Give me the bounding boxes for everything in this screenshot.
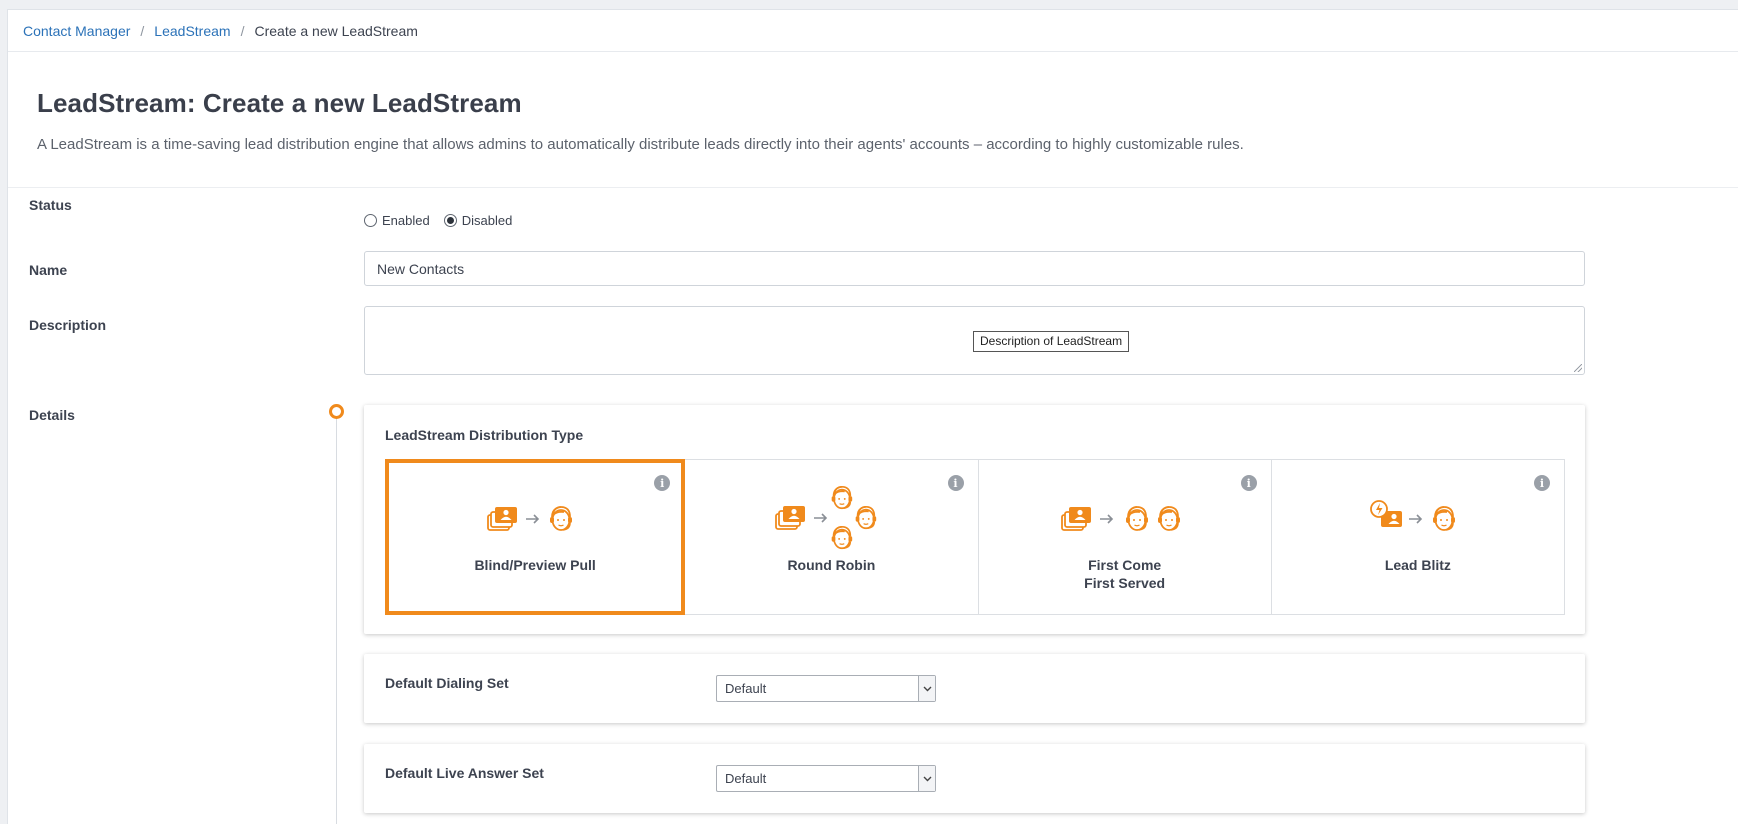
page-title: LeadStream: Create a new LeadStream xyxy=(37,88,522,118)
dialing-set-select[interactable]: Default xyxy=(716,675,936,702)
live-answer-set-select[interactable]: Default xyxy=(716,765,936,792)
breadcrumb-separator: / xyxy=(140,22,145,39)
type-blind-preview-pull[interactable]: i Blind/Preview Pull xyxy=(385,459,686,615)
info-icon[interactable]: i xyxy=(947,475,964,491)
type-label: Lead Blitz xyxy=(1384,557,1451,573)
radio-circle-checked[interactable] xyxy=(443,214,457,227)
type-round-robin[interactable]: i Round Robin xyxy=(685,460,979,614)
radio-label: Disabled xyxy=(461,213,513,228)
live-answer-set-label: Default Live Answer Set xyxy=(385,765,544,781)
type-label: Round Robin xyxy=(787,557,876,573)
contacts-to-agent-icon xyxy=(487,484,583,554)
info-icon[interactable]: i xyxy=(1534,475,1550,491)
chevron-down-icon[interactable] xyxy=(918,676,935,701)
timeline-line xyxy=(336,415,337,824)
breadcrumb: Contact Manager / LeadStream / Create a … xyxy=(8,10,1738,52)
status-enabled-radio[interactable]: Enabled xyxy=(364,213,430,228)
status-label: Status xyxy=(29,197,72,213)
distribution-type-card: LeadStream Distribution Type i Blind/Pre… xyxy=(364,405,1585,634)
breadcrumb-current: Create a new LeadStream xyxy=(254,22,418,39)
info-icon[interactable]: i xyxy=(654,475,671,491)
radio-label: Enabled xyxy=(382,213,430,228)
round-robin-icon xyxy=(775,484,887,554)
page-description: A LeadStream is a time-saving lead distr… xyxy=(37,136,1244,153)
breadcrumb-contact-manager[interactable]: Contact Manager xyxy=(23,23,130,39)
type-label: Blind/Preview Pull xyxy=(474,557,596,573)
dialing-set-label: Default Dialing Set xyxy=(385,675,509,691)
type-label: First Come First Served xyxy=(1084,557,1166,591)
live-answer-set-card: Default Live Answer Set Default xyxy=(364,744,1585,813)
name-input[interactable] xyxy=(364,251,1585,286)
name-label: Name xyxy=(29,262,68,278)
resize-grip-icon[interactable] xyxy=(1574,364,1582,372)
details-label: Details xyxy=(29,407,75,423)
info-icon[interactable]: i xyxy=(1240,475,1257,491)
page-header: LeadStream: Create a new LeadStream A Le… xyxy=(8,52,1738,188)
breadcrumb-separator: / xyxy=(240,22,245,39)
dialing-set-card: Default Dialing Set Default xyxy=(364,654,1585,723)
select-value: Default xyxy=(725,771,767,786)
first-come-first-served-icon xyxy=(1060,484,1189,554)
status-radio-group: Enabled Disabled xyxy=(364,213,526,228)
status-disabled-radio[interactable]: Disabled xyxy=(443,213,513,228)
radio-circle[interactable] xyxy=(364,214,377,227)
distribution-type-title: LeadStream Distribution Type xyxy=(385,427,584,443)
type-first-come-first-served[interactable]: i First Come First Served xyxy=(979,460,1272,614)
timeline-step-icon xyxy=(329,404,344,419)
description-label: Description xyxy=(29,317,107,333)
select-value: Default xyxy=(725,681,767,696)
type-lead-blitz[interactable]: i Lead Blitz xyxy=(1272,460,1564,614)
breadcrumb-leadstream[interactable]: LeadStream xyxy=(154,23,230,39)
distribution-type-options: i Blind/Preview Pull i Round Robin i Fir… xyxy=(385,459,1565,615)
chevron-down-icon[interactable] xyxy=(918,766,935,791)
lead-blitz-icon xyxy=(1369,484,1466,554)
description-tooltip: Description of LeadStream xyxy=(973,331,1130,352)
